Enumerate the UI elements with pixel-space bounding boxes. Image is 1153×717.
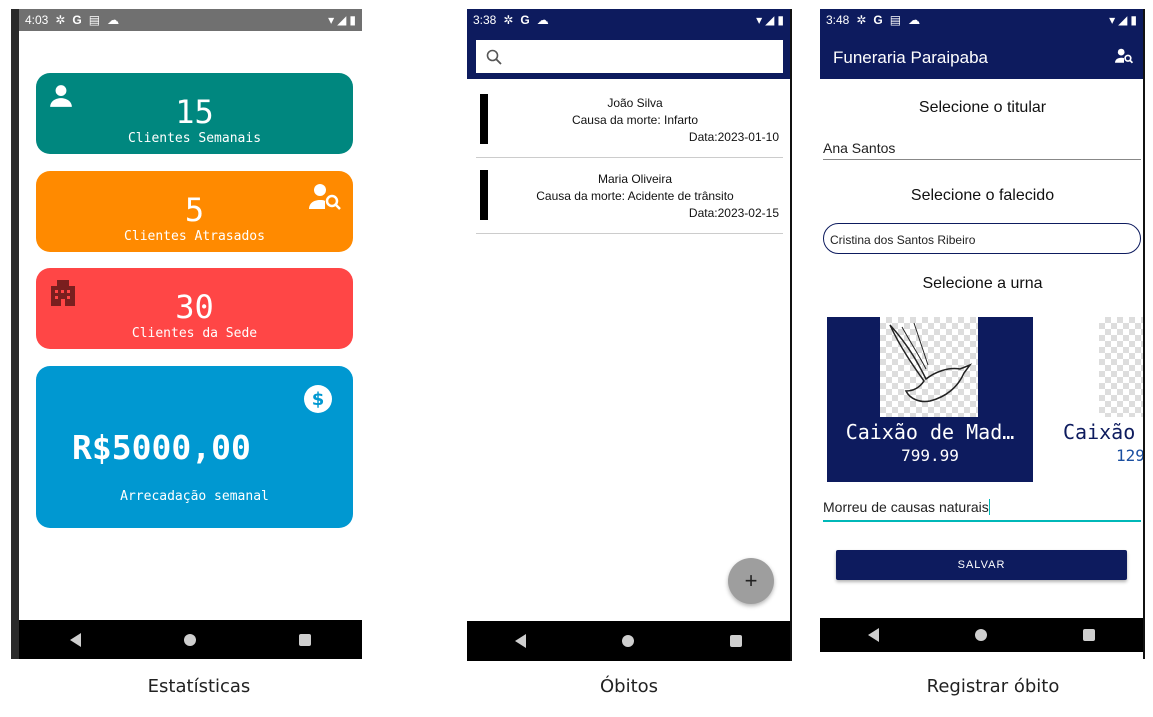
phone-estatisticas: 4:03 ✲ G ▤ ☁ ▾ ◢ ▮ 15 Clientes Semanais … <box>11 9 362 659</box>
status-time: 3:38 <box>473 13 497 27</box>
nav-recent-icon[interactable] <box>1083 629 1095 641</box>
card-label: Clientes Atrasados <box>124 229 265 244</box>
list-item[interactable]: João Silva Causa da morte: Infarto Data:… <box>476 90 783 158</box>
person-icon <box>50 85 72 107</box>
nav-back-icon[interactable] <box>70 632 82 647</box>
battery-icon: ▮ <box>777 13 784 27</box>
dove-image <box>1099 317 1143 417</box>
nav-recent-icon[interactable] <box>298 633 311 646</box>
wifi-icon: ▾ <box>328 13 335 27</box>
status-time: 3:48 <box>826 13 850 27</box>
status-bar: 4:03 ✲ G ▤ ☁ ▾ ◢ ▮ <box>19 9 362 31</box>
settings-icon: ✲ <box>856 13 867 27</box>
card-clientes-semanais[interactable]: 15 Clientes Semanais <box>36 73 353 154</box>
add-obito-button[interactable]: + <box>728 558 774 604</box>
svg-text:$: $ <box>312 389 325 410</box>
item-marker <box>480 94 488 144</box>
obito-date: Data:2023-02-15 <box>688 206 779 220</box>
search-icon <box>486 49 502 65</box>
observacao-text: Morreu de causas naturais <box>823 499 989 515</box>
cloud-icon: ☁ <box>107 13 120 27</box>
status-bar: 3:38 ✲ G ☁ ▾ ◢ ▮ <box>467 9 790 31</box>
nav-bar <box>19 620 362 659</box>
falecido-field[interactable]: Cristina dos Santos Ribeiro <box>823 223 1141 254</box>
signal-icon: ◢ <box>765 13 775 27</box>
cloud-icon: ☁ <box>908 13 921 27</box>
revenue-value: R$5000,00 <box>72 428 251 467</box>
signal-icon: ◢ <box>337 13 347 27</box>
obito-name: João Silva <box>607 96 663 110</box>
card-number: 5 <box>184 191 205 229</box>
urna-price: 799.99 <box>901 446 959 465</box>
falecido-label: Selecione o falecido <box>910 187 1055 204</box>
observacao-field[interactable]: Morreu de causas naturais <box>823 499 1141 522</box>
battery-icon: ▮ <box>1130 13 1137 27</box>
card-clientes-sede[interactable]: 30 Clientes da Sede <box>36 268 353 349</box>
card-clientes-atrasados[interactable]: 5 Clientes Atrasados <box>36 171 353 252</box>
search-input[interactable] <box>476 40 783 73</box>
google-icon: G <box>873 13 883 27</box>
obito-name: Maria Oliveira <box>597 172 672 186</box>
card-label: Clientes Semanais <box>127 131 262 146</box>
google-icon: G <box>72 13 82 27</box>
urna-label: Selecione a urna <box>922 275 1043 292</box>
status-time: 4:03 <box>25 13 49 27</box>
nav-home-icon[interactable] <box>622 635 634 647</box>
obito-date: Data:2023-01-10 <box>688 130 779 144</box>
google-icon: G <box>520 13 530 27</box>
settings-icon: ✲ <box>55 13 66 27</box>
status-bar: 3:48 ✲ G ▤ ☁ ▾ ◢ ▮ <box>820 9 1143 31</box>
dove-image <box>880 317 978 417</box>
calendar-icon: ▤ <box>889 13 902 27</box>
card-label: Clientes da Sede <box>131 326 258 341</box>
text-cursor <box>988 499 991 515</box>
list-item[interactable]: Maria Oliveira Causa da morte: Acidente … <box>476 166 783 234</box>
urna-name: Caixão de Mad… <box>845 420 1015 444</box>
titular-label: Selecione o titular <box>918 99 1047 116</box>
nav-back-icon[interactable] <box>515 634 526 648</box>
person-search-icon[interactable] <box>1115 48 1133 64</box>
nav-bar <box>467 621 790 661</box>
titular-field[interactable]: Ana Santos <box>823 140 1141 160</box>
cloud-icon: ☁ <box>536 13 549 27</box>
app-title: Funeraria Paraipaba <box>833 48 988 67</box>
wifi-icon: ▾ <box>1109 13 1116 27</box>
person-search-icon <box>309 184 341 210</box>
dollar-icon: $ <box>304 385 332 413</box>
nav-home-icon[interactable] <box>975 629 987 641</box>
phone-registrar-obito: 3:48 ✲ G ▤ ☁ ▾ ◢ ▮ Funeraria Paraipaba S… <box>820 9 1145 659</box>
caption-obitos: Óbitos <box>599 676 659 697</box>
phone-obitos: 3:38 ✲ G ☁ ▾ ◢ ▮ João Silva Causa da mor… <box>467 9 792 661</box>
nav-bar <box>820 618 1143 652</box>
urna-name: Caixão <box>1063 420 1136 444</box>
caption-registrar-obito: Registrar óbito <box>926 676 1060 697</box>
urna-card[interactable]: Caixão de Mad… 799.99 <box>827 317 1033 482</box>
battery-icon: ▮ <box>349 13 356 27</box>
obito-cause: Causa da morte: Acidente de trânsito <box>536 189 734 203</box>
urna-card[interactable]: Caixão 129 <box>1061 317 1145 482</box>
nav-back-icon[interactable] <box>868 628 879 642</box>
save-button[interactable]: SALVAR <box>836 550 1127 580</box>
item-marker <box>480 170 488 220</box>
nav-home-icon[interactable] <box>183 633 196 646</box>
card-number: 30 <box>175 288 214 326</box>
card-number: 15 <box>175 93 214 131</box>
card-label: Arrecadação semanal <box>120 489 269 504</box>
settings-icon: ✲ <box>503 13 514 27</box>
wifi-icon: ▾ <box>756 13 763 27</box>
urna-price: 129 <box>1116 446 1145 465</box>
calendar-icon: ▤ <box>88 13 101 27</box>
card-arrecadacao[interactable]: $ R$5000,00 Arrecadação semanal <box>36 366 353 528</box>
building-icon <box>51 280 75 306</box>
signal-icon: ◢ <box>1118 13 1128 27</box>
nav-recent-icon[interactable] <box>730 635 742 647</box>
obito-cause: Causa da morte: Infarto <box>571 113 699 127</box>
dove-icon <box>889 322 973 403</box>
caption-estatisticas: Estatísticas <box>147 676 251 697</box>
